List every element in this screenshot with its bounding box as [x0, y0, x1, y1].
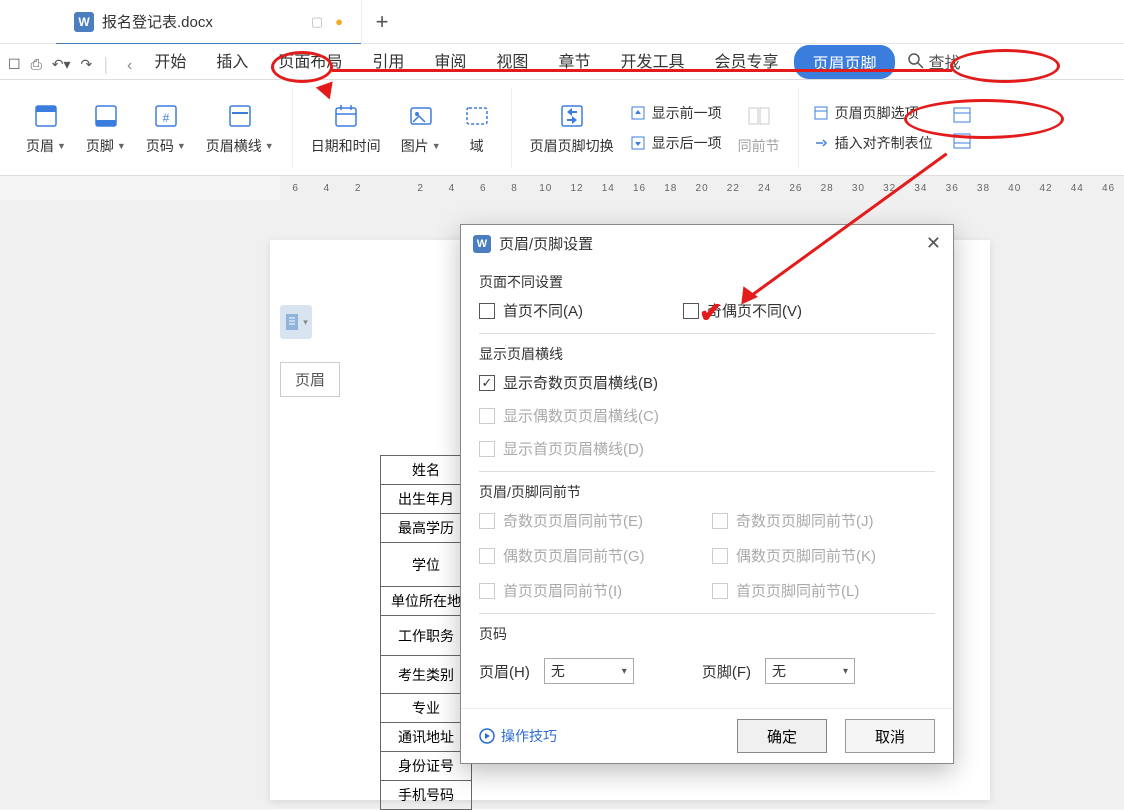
- tips-link[interactable]: 操作技巧: [479, 726, 557, 746]
- group-same-as-prev-title: 页眉/页脚同前节: [479, 482, 935, 502]
- pagenum-footer-label: 页脚(F): [702, 661, 751, 682]
- checkbox-first-footer-prev: 首页页脚同前节(L): [712, 580, 935, 601]
- table-cell[interactable]: 最高学历: [381, 514, 472, 543]
- ribbon-footer-button[interactable]: 页脚▼: [82, 98, 130, 158]
- arrow-up-icon: [630, 105, 646, 121]
- menu-nav-prev[interactable]: ‹: [121, 53, 138, 79]
- footer-icon: [90, 100, 122, 132]
- table-cell[interactable]: 出生年月: [381, 485, 472, 514]
- main-menu-bar: ☐ ⎙ ↶▾ ↷ │ ‹ 开始 插入 页面布局 引用 审阅 视图 章节 开发工具…: [0, 44, 1124, 80]
- undo-icon[interactable]: ↶▾: [52, 56, 71, 73]
- print-preview-icon[interactable]: ⎙: [31, 56, 42, 73]
- ruler-area: 6422468101214161820222426283032343638404…: [0, 176, 1124, 200]
- checkbox-even-footer-prev: 偶数页页脚同前节(K): [712, 545, 935, 566]
- new-tab-button[interactable]: +: [362, 9, 402, 35]
- group-page-diff-title: 页面不同设置: [479, 272, 935, 292]
- checkbox-first-headerline: 显示首页页眉横线(D): [479, 438, 935, 459]
- menu-vip[interactable]: 会员专享: [700, 42, 792, 79]
- checkbox-odd-even-different[interactable]: 奇偶页不同(V): [683, 300, 802, 321]
- menu-start[interactable]: 开始: [140, 42, 200, 79]
- page-marker-icon[interactable]: [280, 305, 312, 339]
- tab-dot-icon[interactable]: ●: [335, 14, 343, 30]
- menu-review[interactable]: 审阅: [420, 42, 480, 79]
- menu-dev-tools[interactable]: 开发工具: [606, 42, 698, 79]
- header-icon: [30, 100, 62, 132]
- menu-view[interactable]: 视图: [482, 42, 542, 79]
- ribbon-tabstops-button[interactable]: 插入对齐制表位: [813, 131, 933, 155]
- checkbox-even-headerline: 显示偶数页页眉横线(C): [479, 405, 935, 426]
- checkbox-first-header-prev: 首页页眉同前节(I): [479, 580, 702, 601]
- arrow-down-icon: [630, 135, 646, 151]
- group-headerline-title: 显示页眉横线: [479, 344, 935, 364]
- field-icon: [461, 100, 493, 132]
- pagenum-footer-select[interactable]: 无: [765, 658, 855, 684]
- ribbon-extra-icon-1[interactable]: [953, 107, 971, 123]
- table-cell[interactable]: 学位: [381, 543, 472, 587]
- ribbon-show-next[interactable]: 显示后一项: [630, 131, 722, 155]
- document-filename: 报名登记表.docx: [102, 11, 213, 32]
- menu-insert[interactable]: 插入: [202, 42, 262, 79]
- search-label: 查找: [929, 49, 961, 73]
- pagenum-header-select[interactable]: 无: [544, 658, 634, 684]
- tabstop-icon: [813, 135, 829, 151]
- pagenum-icon: #: [150, 100, 182, 132]
- options-icon: [813, 105, 829, 121]
- tab-screen-icon[interactable]: ▢: [311, 14, 323, 30]
- ribbon-picture-button[interactable]: 图片▼: [397, 98, 445, 158]
- wps-dialog-icon: W: [473, 235, 491, 253]
- table-cell[interactable]: 身份证号: [381, 752, 472, 781]
- redo-icon[interactable]: ↷: [81, 56, 93, 73]
- table-cell[interactable]: 考生类别: [381, 656, 472, 694]
- menu-chapter[interactable]: 章节: [544, 42, 604, 79]
- ok-button[interactable]: 确定: [737, 719, 827, 753]
- table-cell[interactable]: 通讯地址: [381, 723, 472, 752]
- menu-header-footer[interactable]: 页眉页脚: [794, 45, 894, 79]
- table-cell[interactable]: 手机号码: [381, 781, 472, 810]
- headerline-icon: [224, 100, 256, 132]
- header-section-label[interactable]: 页眉: [280, 362, 340, 397]
- header-footer-settings-dialog: W 页眉/页脚设置 ✕ 页面不同设置 首页不同(A) 奇偶页不同(V) 显示页眉…: [460, 224, 954, 764]
- ribbon-switch-button[interactable]: 页眉页脚切换: [526, 98, 618, 158]
- group-pagenum-title: 页码: [479, 624, 935, 644]
- ribbon-field-button[interactable]: 域: [457, 98, 497, 158]
- dialog-title-text: 页眉/页脚设置: [499, 233, 593, 254]
- table-cell[interactable]: 姓名: [381, 456, 472, 485]
- picture-icon: [405, 100, 437, 132]
- checkbox-odd-headerline[interactable]: ✓显示奇数页页眉横线(B): [479, 372, 935, 393]
- save-icon[interactable]: ☐: [8, 56, 21, 73]
- menu-page-layout[interactable]: 页面布局: [264, 42, 356, 79]
- calendar-icon: [330, 100, 362, 132]
- ribbon-header-button[interactable]: 页眉▼: [22, 98, 70, 158]
- link-section-icon: [743, 100, 775, 132]
- search-button[interactable]: 查找: [907, 49, 961, 79]
- ribbon-toolbar: 页眉▼ 页脚▼ # 页码▼ 页眉横线▼ 日期和时间 图片▼ 域: [0, 80, 1124, 176]
- document-tab[interactable]: W 报名登记表.docx ▢ ●: [56, 0, 362, 44]
- ribbon-headerline-button[interactable]: 页眉横线▼: [202, 98, 278, 158]
- switch-icon: [556, 100, 588, 132]
- checkbox-odd-footer-prev: 奇数页页脚同前节(J): [712, 510, 935, 531]
- menu-references[interactable]: 引用: [358, 42, 418, 79]
- ribbon-pagenum-button[interactable]: # 页码▼: [142, 98, 190, 158]
- cancel-button[interactable]: 取消: [845, 719, 935, 753]
- horizontal-ruler[interactable]: 6422468101214161820222426283032343638404…: [280, 176, 1124, 200]
- table-cell[interactable]: 单位所在地: [381, 587, 472, 616]
- checkbox-first-page-different[interactable]: 首页不同(A): [479, 300, 583, 321]
- dialog-close-button[interactable]: ✕: [926, 233, 941, 254]
- title-tab-bar: W 报名登记表.docx ▢ ● +: [0, 0, 1124, 44]
- ribbon-show-prev[interactable]: 显示前一项: [630, 101, 722, 125]
- pagenum-header-label: 页眉(H): [479, 661, 530, 682]
- checkbox-odd-header-prev: 奇数页页眉同前节(E): [479, 510, 702, 531]
- svg-text:#: #: [162, 111, 169, 125]
- table-cell[interactable]: 专业: [381, 694, 472, 723]
- wps-doc-icon: W: [74, 12, 94, 32]
- ribbon-options-button[interactable]: 页眉页脚选项: [813, 101, 933, 125]
- registration-form-table: 姓名 出生年月 最高学历 学位 单位所在地 工作职务 考生类别 专业 通讯地址 …: [380, 455, 472, 810]
- table-cell[interactable]: 工作职务: [381, 616, 472, 656]
- ribbon-same-as-prev[interactable]: 同前节: [734, 98, 784, 158]
- ribbon-datetime-button[interactable]: 日期和时间: [307, 98, 385, 158]
- ribbon-extra-icon-2[interactable]: [953, 133, 971, 149]
- checkbox-even-header-prev: 偶数页页眉同前节(G): [479, 545, 702, 566]
